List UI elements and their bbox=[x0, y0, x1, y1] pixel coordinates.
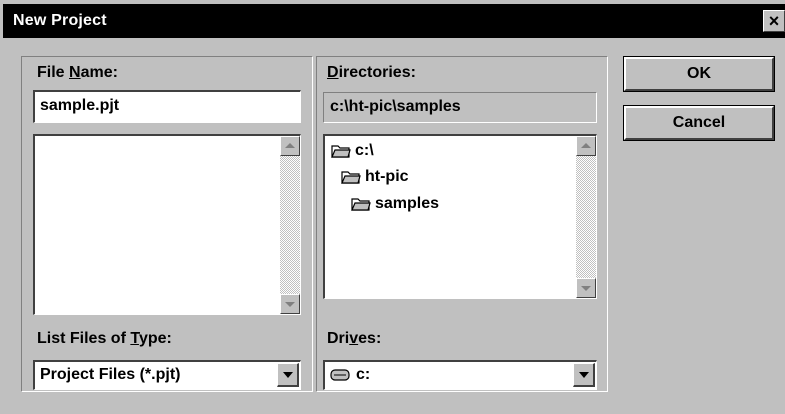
new-project-dialog: New Project × File Name: sample.pjt List… bbox=[0, 0, 785, 414]
file-name-label: File Name: bbox=[37, 64, 118, 81]
directory-tree-scroll-up-button[interactable] bbox=[576, 136, 596, 156]
scroll-up-arrow-icon bbox=[285, 143, 295, 148]
ok-button[interactable]: OK bbox=[623, 56, 775, 92]
directories-label: Directories: bbox=[327, 64, 416, 81]
file-name-value: sample.pjt bbox=[40, 97, 120, 114]
chevron-down-icon bbox=[283, 372, 293, 378]
file-type-value: Project Files (*.pjt) bbox=[40, 366, 181, 383]
open-folder-icon bbox=[341, 171, 361, 184]
open-folder-icon bbox=[331, 145, 351, 158]
directory-tree[interactable]: c:\ ht-pic samples bbox=[323, 134, 597, 299]
directory-tree-scrollbar[interactable] bbox=[576, 136, 596, 298]
title-bar[interactable]: New Project × bbox=[3, 4, 785, 38]
drives-value: c: bbox=[330, 362, 370, 388]
file-type-dropdown-button[interactable] bbox=[277, 363, 299, 387]
cancel-button[interactable]: Cancel bbox=[623, 105, 775, 141]
scroll-down-arrow-icon bbox=[285, 302, 295, 307]
file-list-scrollbar[interactable] bbox=[280, 136, 300, 314]
drives-select[interactable]: c: bbox=[323, 360, 597, 390]
open-folder-icon bbox=[351, 198, 371, 211]
file-name-input[interactable]: sample.pjt bbox=[33, 90, 301, 123]
tree-item-samples[interactable]: samples bbox=[351, 195, 439, 213]
tree-item-label: ht-pic bbox=[365, 168, 409, 185]
close-icon: × bbox=[768, 11, 780, 31]
scroll-down-arrow-icon bbox=[581, 286, 591, 291]
file-list-scroll-up-button[interactable] bbox=[280, 136, 300, 156]
close-button[interactable]: × bbox=[763, 10, 785, 32]
hard-drive-icon bbox=[330, 369, 350, 381]
scroll-up-arrow-icon bbox=[581, 143, 591, 148]
dialog-title: New Project bbox=[13, 12, 107, 29]
file-type-select[interactable]: Project Files (*.pjt) bbox=[33, 360, 301, 390]
tree-item-label: samples bbox=[375, 195, 440, 212]
tree-item-c-root[interactable]: c:\ bbox=[331, 142, 374, 160]
tree-item-ht-pic[interactable]: ht-pic bbox=[341, 168, 409, 186]
chevron-down-icon bbox=[579, 372, 589, 378]
directory-tree-scroll-down-button[interactable] bbox=[576, 278, 596, 298]
drives-dropdown-button[interactable] bbox=[573, 363, 595, 387]
current-directory-path: c:\ht-pic\samples bbox=[323, 92, 597, 123]
drives-label: Drives: bbox=[327, 330, 382, 347]
file-list-scroll-down-button[interactable] bbox=[280, 294, 300, 314]
file-list[interactable] bbox=[33, 134, 301, 315]
tree-item-label: c:\ bbox=[355, 142, 374, 159]
file-type-label: List Files of Type: bbox=[37, 330, 172, 347]
